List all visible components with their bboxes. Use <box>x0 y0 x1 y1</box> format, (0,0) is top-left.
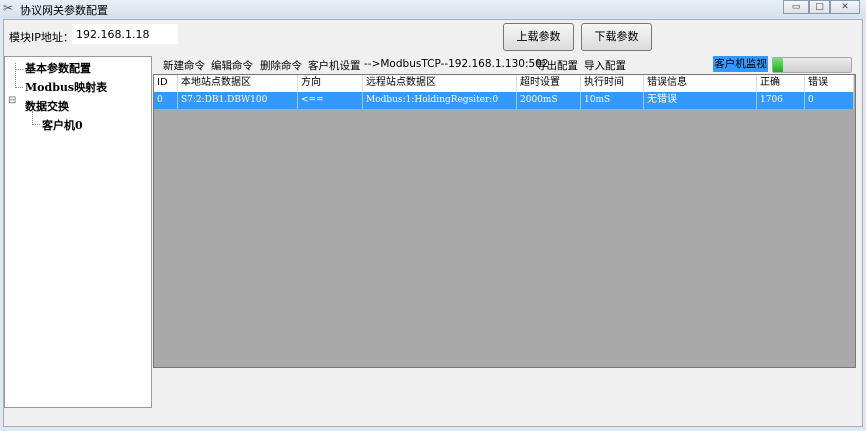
window-title: 协议网关参数配置 <box>20 4 108 17</box>
connection-info: -->ModbusTCP--192.168.1.130:502 <box>364 58 549 70</box>
minimize-button[interactable]: ▭ <box>783 0 809 14</box>
tree-item-basic-params[interactable]: 基本参数配置 <box>25 60 91 76</box>
status-area <box>153 369 861 408</box>
table-row[interactable]: 0 S7:2:DB1.DBW100 <== Modbus:1:HoldingRe… <box>154 92 854 109</box>
app-icon: ✂ <box>3 1 14 15</box>
col-remote-area[interactable]: 远程站点数据区 <box>363 75 517 92</box>
cell-direction: <== <box>298 92 363 109</box>
ip-label: 模块IP地址： <box>9 31 74 44</box>
client-settings-button[interactable]: 客户机设置 <box>308 58 361 73</box>
close-button[interactable]: ✕ <box>830 0 860 14</box>
tree-item-client0[interactable]: 客户机0 <box>42 117 83 133</box>
cell-error-info: 无错误 <box>644 92 757 109</box>
upload-button[interactable]: 上载参数 <box>503 23 574 51</box>
table-header: ID 本地站点数据区 方向 远程站点数据区 超时设置 执行时间 错误信息 正确 … <box>154 75 854 92</box>
nav-tree: 基本参数配置 Modbus映射表 ⊟ 数据交换 客户机0 <box>4 56 152 408</box>
cell-timeout: 2000mS <box>517 92 581 109</box>
ip-input[interactable]: 192.168.1.18 <box>72 24 178 44</box>
cell-correct: 1706 <box>757 92 805 109</box>
command-table: ID 本地站点数据区 方向 远程站点数据区 超时设置 执行时间 错误信息 正确 … <box>153 74 856 368</box>
maximize-button[interactable]: □ <box>809 0 830 14</box>
tree-line <box>15 63 23 70</box>
col-correct[interactable]: 正确 <box>757 75 805 92</box>
monitor-progress-bar <box>772 57 852 73</box>
col-exec-time[interactable]: 执行时间 <box>581 75 644 92</box>
cell-id: 0 <box>154 92 178 109</box>
col-direction[interactable]: 方向 <box>298 75 363 92</box>
tree-line <box>15 71 23 88</box>
edit-command-button[interactable]: 编辑命令 <box>211 58 253 73</box>
cell-exec-time: 10mS <box>581 92 644 109</box>
col-timeout[interactable]: 超时设置 <box>517 75 581 92</box>
col-error-info[interactable]: 错误信息 <box>644 75 757 92</box>
import-config-button[interactable]: 导入配置 <box>584 58 626 73</box>
expander-icon[interactable]: ⊟ <box>8 95 16 106</box>
progress-fill <box>773 58 784 72</box>
download-button[interactable]: 下载参数 <box>581 23 652 51</box>
tree-line <box>32 111 40 125</box>
col-errors[interactable]: 错误 <box>805 75 854 92</box>
delete-command-button[interactable]: 删除命令 <box>260 58 302 73</box>
export-config-button[interactable]: 导出配置 <box>536 58 578 73</box>
cell-local-area: S7:2:DB1.DBW100 <box>178 92 298 109</box>
new-command-button[interactable]: 新建命令 <box>163 58 205 73</box>
col-id[interactable]: ID <box>154 75 178 92</box>
title-bar: ✂ 协议网关参数配置 ▭ □ ✕ <box>0 0 866 18</box>
col-local-area[interactable]: 本地站点数据区 <box>178 75 298 92</box>
cell-remote-area: Modbus:1:HoldingRegsiter:0 <box>363 92 517 109</box>
client-monitor-button[interactable]: 客户机监视 <box>713 56 768 72</box>
cell-errors: 0 <box>805 92 854 109</box>
tree-item-modbus-map[interactable]: Modbus映射表 <box>25 79 107 95</box>
